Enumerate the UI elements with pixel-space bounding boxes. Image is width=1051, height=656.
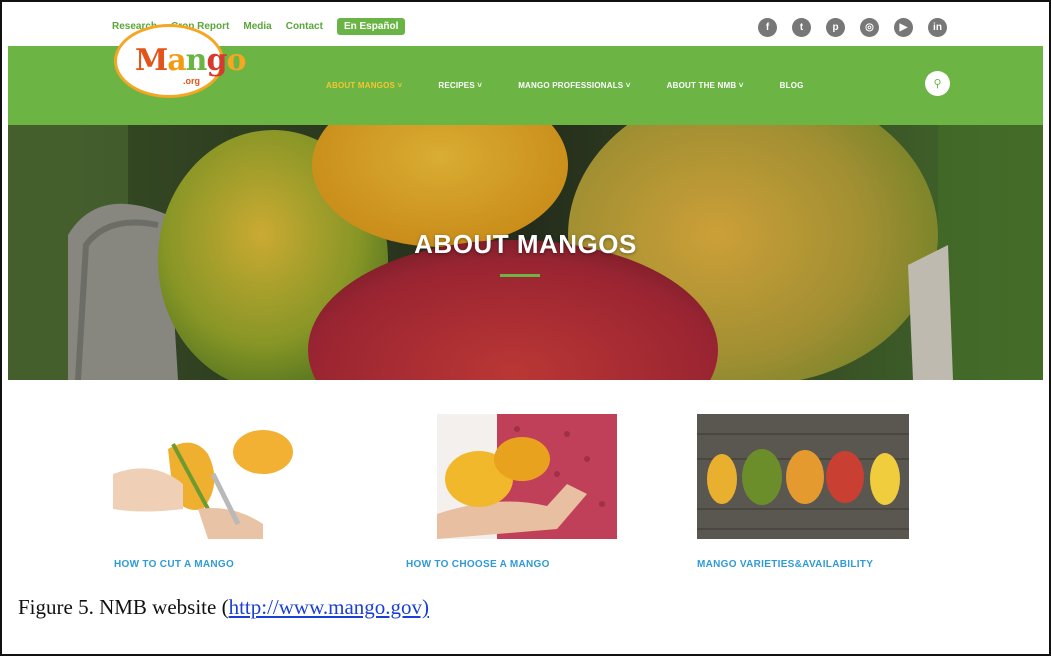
contact-link[interactable]: Contact (286, 21, 323, 32)
search-icon[interactable]: ⚲ (925, 71, 950, 96)
youtube-icon[interactable]: ▶ (894, 18, 913, 37)
en-espanol-button[interactable]: En Español (336, 18, 406, 35)
figure-caption: Figure 5. NMB website (http://www.mango.… (18, 595, 429, 620)
mango-varieties-link[interactable]: MANGO VARIETIES&AVAILABILITY (697, 559, 873, 570)
media-link[interactable]: Media (243, 21, 271, 32)
caption-text: Figure 5. NMB website ( (18, 595, 229, 619)
twitter-icon[interactable]: t (792, 18, 811, 37)
how-to-cut-link[interactable]: HOW TO CUT A MANGO (114, 559, 234, 570)
social-icons: f t p ◎ ▶ in (758, 18, 947, 37)
hero-title: ABOUT MANGOS (414, 229, 637, 259)
logo-suffix: .org (183, 76, 200, 86)
pinterest-icon[interactable]: p (826, 18, 845, 37)
hero-underline (500, 274, 540, 277)
cut-mango-image[interactable] (113, 414, 293, 539)
nav-item-about-mangos[interactable]: ABOUT MANGOS ˅ (326, 81, 402, 90)
mango-org-logo[interactable]: Mango .org (114, 24, 246, 98)
how-to-choose-link[interactable]: HOW TO CHOOSE A MANGO (406, 559, 550, 570)
logo-wordmark: Mango (135, 43, 246, 78)
mango-varieties-image[interactable] (697, 414, 909, 539)
nav-item-recipes[interactable]: RECIPES ˅ (438, 81, 482, 90)
nav-item-about-the-nmb[interactable]: ABOUT THE NMB ˅ (667, 81, 744, 90)
nav-item-blog[interactable]: BLOG (780, 81, 804, 90)
instagram-icon[interactable]: ◎ (860, 18, 879, 37)
hero-banner: ABOUT MANGOS (8, 125, 1043, 380)
facebook-icon[interactable]: f (758, 18, 777, 37)
nav-menu: ABOUT MANGOS ˅ RECIPES ˅ MANGO PROFESSIO… (326, 81, 804, 90)
linkedin-icon[interactable]: in (928, 18, 947, 37)
caption-link[interactable]: http://www.mango.gov) (229, 595, 429, 619)
nav-item-mango-professionals[interactable]: MANGO PROFESSIONALS ˅ (518, 81, 630, 90)
choose-mango-image[interactable] (437, 414, 617, 539)
